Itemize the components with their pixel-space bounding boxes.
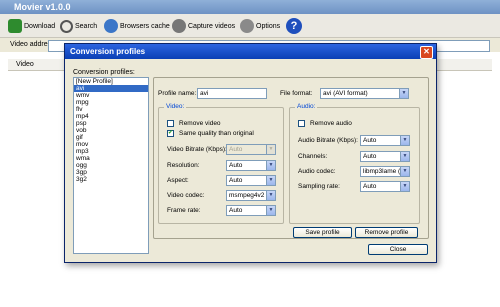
chevron-down-icon: ▼ [266, 176, 275, 185]
audio-bitrate-label: Audio Bitrate (Kbps): [298, 137, 358, 144]
profile-list-item[interactable]: mp3 [74, 148, 148, 155]
app-title: Movier v1.0.0 [14, 2, 71, 12]
search-icon [60, 19, 73, 33]
search-label: Search [75, 22, 98, 30]
resolution-value: Auto [229, 162, 243, 169]
channels-value: Auto [363, 153, 377, 160]
chevron-down-icon: ▼ [400, 136, 409, 145]
sampling-rate-value: Auto [363, 183, 377, 190]
profile-settings-panel: Profile name: avi File format: avi (AVI … [153, 77, 429, 239]
profile-list-item[interactable]: flv [74, 106, 148, 113]
aspect-value: Auto [229, 177, 243, 184]
chevron-down-icon: ▼ [266, 191, 275, 200]
profile-list-item[interactable]: 3g2 [74, 176, 148, 183]
same-quality-checkbox[interactable]: ✔ [167, 130, 174, 137]
audio-codec-label: Audio codec: [298, 168, 336, 175]
file-format-label: File format: [280, 90, 313, 97]
profile-list-item[interactable]: avi [74, 85, 148, 92]
audio-codec-select[interactable]: libmp3lame (li ▼ [360, 166, 410, 177]
profile-list-item[interactable]: 3gp [74, 169, 148, 176]
download-icon [8, 19, 22, 33]
close-icon[interactable]: ✕ [420, 46, 433, 59]
chevron-down-icon: ▼ [399, 89, 408, 98]
video-bitrate-label: Video Bitrate (Kbps): [167, 146, 227, 153]
browsers-cache-label: Browsers cache [120, 22, 170, 30]
aspect-select[interactable]: Auto ▼ [226, 175, 276, 186]
video-group-title: Video: [164, 103, 187, 110]
profile-list-item[interactable]: mp4 [74, 113, 148, 120]
channels-label: Channels: [298, 153, 328, 160]
file-format-select[interactable]: avi (AVI format) ▼ [320, 88, 409, 99]
options-button[interactable]: Options [240, 17, 280, 35]
profiles-label: Conversion profiles: [73, 69, 135, 76]
save-profile-button[interactable]: Save profile [293, 227, 352, 238]
profile-list-item[interactable]: [New Profile] [74, 78, 148, 85]
audio-codec-value: libmp3lame (li [363, 168, 404, 175]
audio-group: Audio: Remove audio Audio Bitrate (Kbps)… [289, 103, 420, 224]
video-group: Video: Remove video ✔ Same quality than … [158, 103, 284, 224]
remove-profile-button[interactable]: Remove profile [355, 227, 418, 238]
download-label: Download [24, 22, 56, 30]
profile-list-item[interactable]: wma [74, 155, 148, 162]
remove-audio-label: Remove audio [310, 120, 352, 127]
audio-bitrate-select[interactable]: Auto ▼ [360, 135, 410, 146]
remove-video-label: Remove video [179, 120, 221, 127]
frame-rate-label: Frame rate: [167, 207, 201, 214]
profile-name-input[interactable]: avi [197, 88, 267, 99]
frame-rate-value: Auto [229, 207, 243, 214]
profile-list-item[interactable]: wmv [74, 92, 148, 99]
profile-list-item[interactable]: mov [74, 141, 148, 148]
dialog-title-bar: Conversion profiles ✕ [65, 44, 436, 59]
profile-list-item[interactable]: mpg [74, 99, 148, 106]
chevron-down-icon: ▼ [266, 206, 275, 215]
video-column-header[interactable]: Video [16, 61, 34, 68]
dialog-title: Conversion profiles [70, 47, 146, 56]
aspect-label: Aspect: [167, 177, 189, 184]
capture-videos-label: Capture videos [188, 22, 236, 30]
video-bitrate-value: Auto [229, 146, 243, 153]
gear-icon [240, 19, 254, 33]
sampling-rate-select[interactable]: Auto ▼ [360, 181, 410, 192]
app-toolbar: Download Search Browsers cache Capture v… [0, 14, 500, 38]
video-codec-label: Video codec: [167, 192, 205, 199]
options-label: Options [256, 22, 281, 30]
profile-list-item[interactable]: gif [74, 134, 148, 141]
profiles-list[interactable]: [New Profile] avi wmv mpg flv mp4 psp vob gif mov… [73, 77, 149, 254]
same-quality-label: Same quality than original [179, 130, 254, 137]
search-button[interactable]: Search [60, 17, 97, 35]
globe-icon [104, 19, 118, 33]
chevron-down-icon: ▼ [400, 167, 409, 176]
binoculars-icon [172, 19, 186, 33]
profile-list-item[interactable]: psp [74, 120, 148, 127]
help-button[interactable]: ? [286, 17, 302, 35]
app-title-bar: Movier v1.0.0 [0, 0, 500, 14]
audio-bitrate-value: Auto [363, 137, 377, 144]
frame-rate-select[interactable]: Auto ▼ [226, 205, 276, 216]
chevron-down-icon: ▼ [266, 161, 275, 170]
sampling-rate-label: Sampling rate: [298, 183, 340, 190]
download-button[interactable]: Download [8, 17, 55, 35]
chevron-down-icon: ▼ [400, 152, 409, 161]
chevron-down-icon: ▼ [266, 145, 275, 154]
remove-audio-checkbox[interactable] [298, 120, 305, 127]
profile-name-label: Profile name: [158, 90, 197, 97]
resolution-select[interactable]: Auto ▼ [226, 160, 276, 171]
channels-select[interactable]: Auto ▼ [360, 151, 410, 162]
profile-list-item[interactable]: vob [74, 127, 148, 134]
profile-list-item[interactable]: ogg [74, 162, 148, 169]
file-format-value: avi (AVI format) [323, 90, 368, 97]
video-codec-select[interactable]: msmpeg4v2 (▼ [226, 190, 276, 201]
resolution-label: Resolution: [167, 162, 200, 169]
capture-videos-button[interactable]: Capture videos [172, 17, 235, 35]
close-button[interactable]: Close [368, 244, 428, 255]
browsers-cache-button[interactable]: Browsers cache [104, 17, 170, 35]
audio-group-title: Audio: [295, 103, 318, 110]
help-icon: ? [286, 18, 302, 34]
conversion-profiles-dialog: Conversion profiles ✕ Conversion profile… [64, 43, 437, 263]
video-codec-value: msmpeg4v2 ( [229, 192, 269, 199]
chevron-down-icon: ▼ [400, 182, 409, 191]
remove-video-checkbox[interactable] [167, 120, 174, 127]
video-bitrate-select[interactable]: Auto ▼ [226, 144, 276, 155]
